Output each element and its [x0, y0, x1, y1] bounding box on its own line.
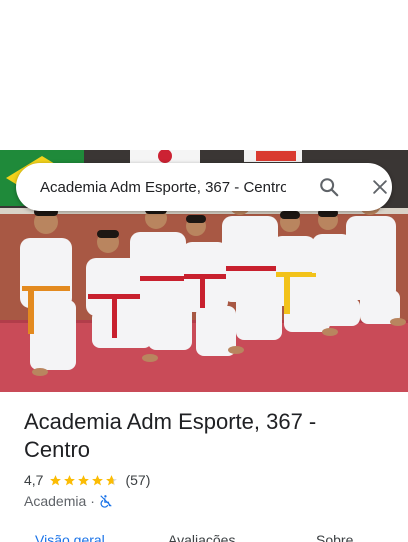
star-icon [50, 474, 62, 485]
rating-value: 4,7 [24, 472, 44, 488]
separator-dot: · [90, 493, 95, 509]
search-input[interactable]: Academia Adm Esporte, 367 - Centro [40, 179, 286, 196]
reviews-count[interactable]: (57) [125, 472, 150, 488]
place-info: Academia Adm Esporte, 367 - Centro 4,7 (… [0, 392, 408, 542]
category-row: Academia · [24, 492, 113, 510]
place-panel: Academia Adm Esporte, 367 - Centro Acade… [0, 0, 408, 542]
star-icon [78, 474, 90, 485]
search-bar[interactable]: Academia Adm Esporte, 367 - Centro [16, 163, 392, 211]
place-tabs: Visão geral Avaliações Sobre [0, 532, 408, 542]
tab-overview[interactable]: Visão geral [35, 532, 105, 542]
place-category: Academia [24, 493, 87, 509]
rating-row[interactable]: 4,7 (57) [24, 472, 150, 488]
star-half-icon [106, 474, 118, 485]
star-icon [92, 474, 104, 485]
rating-stars [49, 474, 119, 487]
no-wheelchair-access-icon[interactable] [99, 494, 113, 508]
close-icon[interactable] [370, 177, 390, 197]
map-area[interactable] [0, 0, 408, 150]
place-title: Academia Adm Esporte, 367 - Centro [24, 409, 317, 462]
search-icon[interactable] [318, 176, 340, 198]
tab-reviews[interactable]: Avaliações [168, 532, 235, 542]
tab-about[interactable]: Sobre [316, 532, 353, 542]
star-icon [64, 474, 76, 485]
